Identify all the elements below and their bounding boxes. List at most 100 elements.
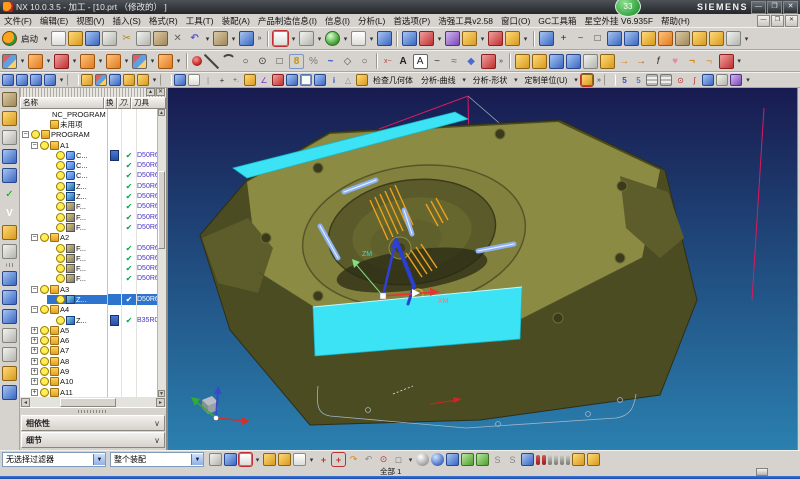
book2-icon[interactable] (566, 54, 581, 69)
snap-point-icon[interactable]: + (317, 453, 330, 466)
tree-row[interactable]: + A8 (20, 356, 166, 366)
csys-icon[interactable] (286, 74, 298, 86)
pin-gray1-icon[interactable] (548, 455, 552, 465)
start-dropdown-arrow[interactable]: ▾ (42, 31, 49, 46)
select-circle-icon[interactable] (278, 453, 291, 466)
undo-dropdown-arrow[interactable]: ▾ (204, 31, 211, 46)
face-analysis-icon[interactable] (356, 74, 368, 86)
separator[interactable] (509, 53, 511, 69)
menu-item[interactable]: 插入(S) (109, 15, 145, 27)
stamp2-icon[interactable] (587, 453, 600, 466)
show-object-icon[interactable] (16, 74, 28, 86)
roles-icon[interactable] (2, 347, 17, 362)
overflow-chevron[interactable]: » (498, 54, 505, 69)
profile-icon[interactable]: % (306, 54, 321, 69)
move-component-icon[interactable] (462, 31, 477, 46)
expand-toggle[interactable]: + (31, 389, 38, 396)
calculator2-icon[interactable] (660, 74, 672, 86)
arrow2-icon[interactable]: → (634, 54, 649, 69)
grid-check-icon[interactable] (702, 74, 714, 86)
start-button[interactable]: 启动 (19, 31, 40, 46)
tree-row[interactable]: 未用项 (20, 119, 166, 129)
orient-dropdown-arrow[interactable]: ▾ (316, 31, 323, 46)
repeat-command-icon[interactable] (213, 31, 228, 46)
restore-snap-icon[interactable] (239, 453, 252, 466)
menu-item[interactable]: 装配(A) (218, 15, 254, 27)
custom-units-button[interactable]: 定制单位(U) (521, 74, 570, 86)
fit-window-icon[interactable] (273, 31, 288, 46)
snap-gear-icon[interactable] (209, 453, 222, 466)
expand-toggle[interactable]: + (31, 347, 38, 354)
stamp1-icon[interactable] (572, 453, 585, 466)
title-bar[interactable]: NX 10.0.3.5 - 加工 - [10.prt （修改的） ] SIEME… (0, 0, 800, 14)
mirror-icon[interactable] (174, 74, 186, 86)
analysis-curve-button[interactable]: 分析-曲线 (418, 74, 459, 86)
parting-surface-icon[interactable] (106, 54, 121, 69)
object-display-icon[interactable] (2, 74, 14, 86)
command-finder-icon[interactable] (239, 31, 254, 46)
reorder-icon[interactable] (730, 74, 742, 86)
arc-icon[interactable] (221, 54, 236, 69)
panel-collapse-button[interactable]: ▴ (146, 88, 155, 96)
more-dropdown-arrow[interactable]: ▾ (744, 74, 751, 86)
vector-icon[interactable] (314, 74, 326, 86)
menu-item[interactable]: 窗口(O) (497, 15, 534, 27)
replay-icon[interactable] (81, 74, 93, 86)
web-browser-icon[interactable] (2, 309, 17, 324)
tree-row[interactable]: F... ✔ D50R6 (20, 202, 166, 212)
fit-curve-icon[interactable]: ≈ (447, 54, 462, 69)
bar-icon[interactable] (521, 453, 534, 466)
nx-logo-icon[interactable] (2, 31, 17, 46)
constraint-navigator-icon[interactable] (2, 130, 17, 145)
tree-row[interactable]: + A10 (20, 377, 166, 387)
render-style-icon[interactable] (325, 31, 340, 46)
separator[interactable] (533, 31, 535, 47)
separator-dots[interactable] (6, 263, 14, 267)
close-button[interactable]: ✕ (783, 1, 798, 14)
expand-toggle[interactable]: − (22, 131, 29, 138)
more-dropdown-arrow[interactable]: ▾ (743, 31, 750, 46)
overflow-chevron[interactable]: » (595, 74, 602, 86)
circle-center-icon[interactable]: ⊙ (255, 54, 270, 69)
repeat-dropdown-arrow[interactable]: ▾ (230, 31, 237, 46)
core-dropdown-arrow[interactable]: ▾ (97, 54, 104, 69)
pad-icon[interactable] (692, 31, 707, 46)
mold-trim-icon[interactable] (158, 54, 173, 69)
dropdown-arrow-icon[interactable]: ▼ (93, 454, 105, 465)
assembly-constraints-icon[interactable] (419, 31, 434, 46)
scroll-down-arrow[interactable]: ▼ (158, 390, 165, 397)
sheet-icon[interactable] (583, 54, 598, 69)
horizontal-scroll-thumb[interactable] (60, 398, 116, 407)
menu-item[interactable]: 视图(V) (72, 15, 108, 27)
comet-icon[interactable] (244, 74, 256, 86)
cavity-layout-icon[interactable] (54, 54, 69, 69)
datum-grid-icon[interactable] (539, 31, 554, 46)
menu-item[interactable]: 星空外挂 V6.935F (581, 15, 658, 27)
chain-curve-icon[interactable]: 8 (289, 54, 304, 69)
column-header-toolpath[interactable]: 刀. (117, 97, 131, 109)
corner1-icon[interactable]: ¬ (685, 54, 700, 69)
enable-snap-icon[interactable]: + (332, 453, 345, 466)
touch-handle-icon[interactable] (2, 92, 17, 107)
note-icon[interactable]: A (413, 54, 428, 69)
assembly-navigator-icon[interactable] (2, 111, 17, 126)
scroll-up-arrow[interactable]: ▲ (158, 109, 165, 116)
rapid-dimension-icon[interactable] (505, 31, 520, 46)
line-icon[interactable] (204, 54, 219, 69)
analysis-shape-dropdown-arrow[interactable]: ▾ (512, 74, 519, 86)
history-palette-icon[interactable] (2, 328, 17, 343)
core-cavity-icon[interactable] (80, 54, 95, 69)
tree-row[interactable]: Z... ✔ D50R6 (20, 191, 166, 201)
snap-fan-icon[interactable] (224, 453, 237, 466)
column-header-name[interactable]: 名称 (20, 97, 104, 109)
selection-scope-dropdown[interactable]: 整个装配 ▼ (110, 452, 204, 467)
measure-axes-icon[interactable] (272, 74, 284, 86)
point-sphere-icon[interactable] (192, 56, 202, 66)
sphere-blue-icon[interactable] (431, 453, 444, 466)
expand-toggle[interactable]: − (31, 142, 38, 149)
open-icon[interactable] (68, 31, 83, 46)
column-header-tool[interactable]: 刀具 (131, 97, 166, 109)
menu-item[interactable]: 帮助(H) (657, 15, 694, 27)
assemblies-icon[interactable] (402, 31, 417, 46)
check-geometry-button[interactable]: 检查几何体 (370, 74, 416, 86)
